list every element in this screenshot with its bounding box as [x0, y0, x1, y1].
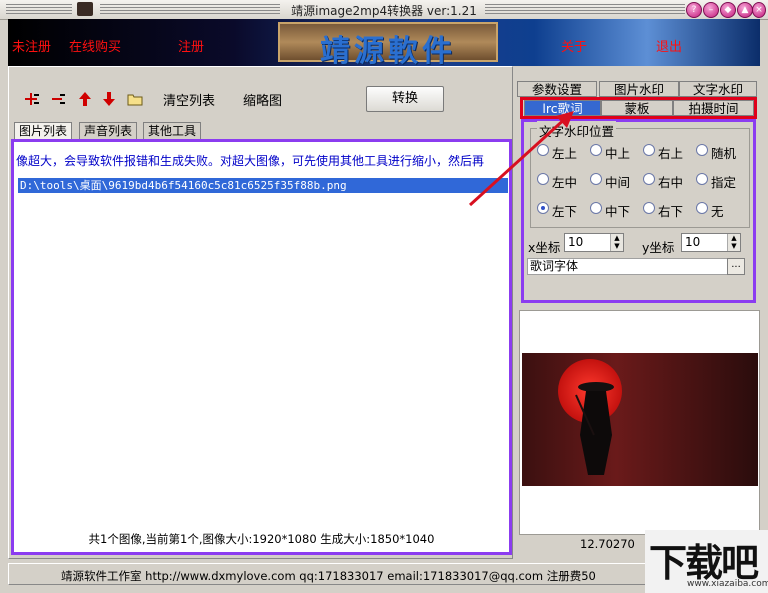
position-group: 文字水印位置 左上 中上 右上 随机 左中 中间 右中 指定 左下 中下 右下 …: [530, 121, 750, 228]
folder-icon[interactable]: [127, 92, 143, 106]
restore-icon[interactable]: ◆: [720, 2, 736, 18]
clear-list-button[interactable]: 清空列表: [163, 90, 215, 109]
image-list[interactable]: 像超大，会导致软件报错和生成失败。对超大图像，可先使用其他工具进行缩小，然后再 …: [11, 139, 512, 555]
site-watermark: 下载吧 www.xiazaiba.com: [645, 530, 768, 593]
preview-value: 12.70270: [580, 537, 635, 551]
radio-bottom-center[interactable]: 中下: [590, 201, 642, 219]
exit-link[interactable]: 退出: [656, 36, 682, 55]
minimize-icon[interactable]: –: [703, 2, 719, 18]
radio-top-center[interactable]: 中上: [590, 143, 642, 161]
thumbnail-button[interactable]: 缩略图: [243, 90, 282, 109]
titlebar-grip: [485, 4, 685, 15]
x-spinner[interactable]: 10 ▲ ▼: [564, 233, 624, 252]
logo: 靖源軟件: [278, 22, 498, 69]
status-text: 靖源软件工作室 http://www.dxmylove.com qq:17183…: [61, 569, 596, 583]
group-title: 文字水印位置: [537, 121, 617, 140]
close-icon[interactable]: ×: [752, 2, 766, 18]
watermark-panel: 文字水印位置 左上 中上 右上 随机 左中 中间 右中 指定 左下 中下 右下 …: [521, 119, 756, 303]
move-down-icon[interactable]: [101, 92, 117, 106]
remove-file-icon[interactable]: [50, 92, 66, 106]
font-picker-button[interactable]: ...: [727, 258, 745, 275]
spinner-arrows-icon[interactable]: ▲ ▼: [727, 234, 740, 251]
radio-bottom-right[interactable]: 右下: [643, 201, 695, 219]
radio-none[interactable]: 无: [696, 201, 748, 219]
preview-figure: [575, 382, 614, 475]
tab-params[interactable]: 参数设置: [517, 81, 597, 97]
font-field: 歌词字体: [527, 258, 745, 275]
register-link[interactable]: 注册: [178, 36, 204, 55]
radio-bottom-left[interactable]: 左下: [537, 201, 589, 219]
list-item[interactable]: D:\tools\桌面\9619bd4b6f54160c5c81c6525f35…: [18, 178, 508, 193]
logo-text: 靖源軟件: [320, 34, 456, 69]
preview-panel: [519, 310, 760, 535]
radio-random[interactable]: 随机: [696, 143, 748, 161]
y-label: y坐标: [642, 240, 675, 255]
buy-online-link[interactable]: 在线购买: [69, 36, 121, 55]
radio-top-right[interactable]: 右上: [643, 143, 695, 161]
banner: 未注册 在线购买 注册 靖源軟件 关于 退出: [8, 19, 760, 69]
watermark-url: www.xiazaiba.com: [687, 579, 768, 589]
radio-custom[interactable]: 指定: [696, 172, 748, 190]
maximize-icon[interactable]: ▲: [737, 2, 753, 18]
highlight-box: [520, 97, 757, 119]
x-label: x坐标: [528, 240, 561, 255]
y-spinner[interactable]: 10 ▲ ▼: [681, 233, 741, 252]
file-path: D:\tools\桌面\9619bd4b6f54160c5c81c6525f35…: [20, 179, 347, 192]
tab-audio-list[interactable]: 声音列表: [79, 122, 138, 139]
tab-other-tools[interactable]: 其他工具: [143, 122, 202, 139]
tab-text-watermark[interactable]: 文字水印: [679, 81, 757, 97]
radio-middle-left[interactable]: 左中: [537, 172, 589, 190]
list-status: 共1个图像,当前第1个,图像大小:1920*1080 生成大小:1850*104…: [88, 532, 435, 546]
radio-center[interactable]: 中间: [590, 172, 642, 190]
help-icon[interactable]: ?: [686, 2, 702, 18]
add-files-icon[interactable]: [24, 92, 40, 106]
title-bar: 靖源image2mp4转换器 ver:1.21 ? – ◆ ▲ ×: [0, 0, 768, 20]
notice-text: 像超大，会导致软件报错和生成失败。对超大图像，可先使用其他工具进行缩小，然后再: [16, 154, 485, 168]
spinner-arrows-icon[interactable]: ▲ ▼: [610, 234, 623, 251]
tab-image-list[interactable]: 图片列表: [14, 122, 73, 139]
radio-top-left[interactable]: 左上: [537, 143, 589, 161]
unregistered-label: 未注册: [12, 40, 52, 55]
convert-button[interactable]: 转换: [366, 86, 444, 112]
move-up-icon[interactable]: [77, 92, 93, 106]
preview-image: [522, 353, 758, 486]
radio-middle-right[interactable]: 右中: [643, 172, 695, 190]
about-link[interactable]: 关于: [561, 36, 587, 55]
tab-image-watermark[interactable]: 图片水印: [599, 81, 679, 97]
